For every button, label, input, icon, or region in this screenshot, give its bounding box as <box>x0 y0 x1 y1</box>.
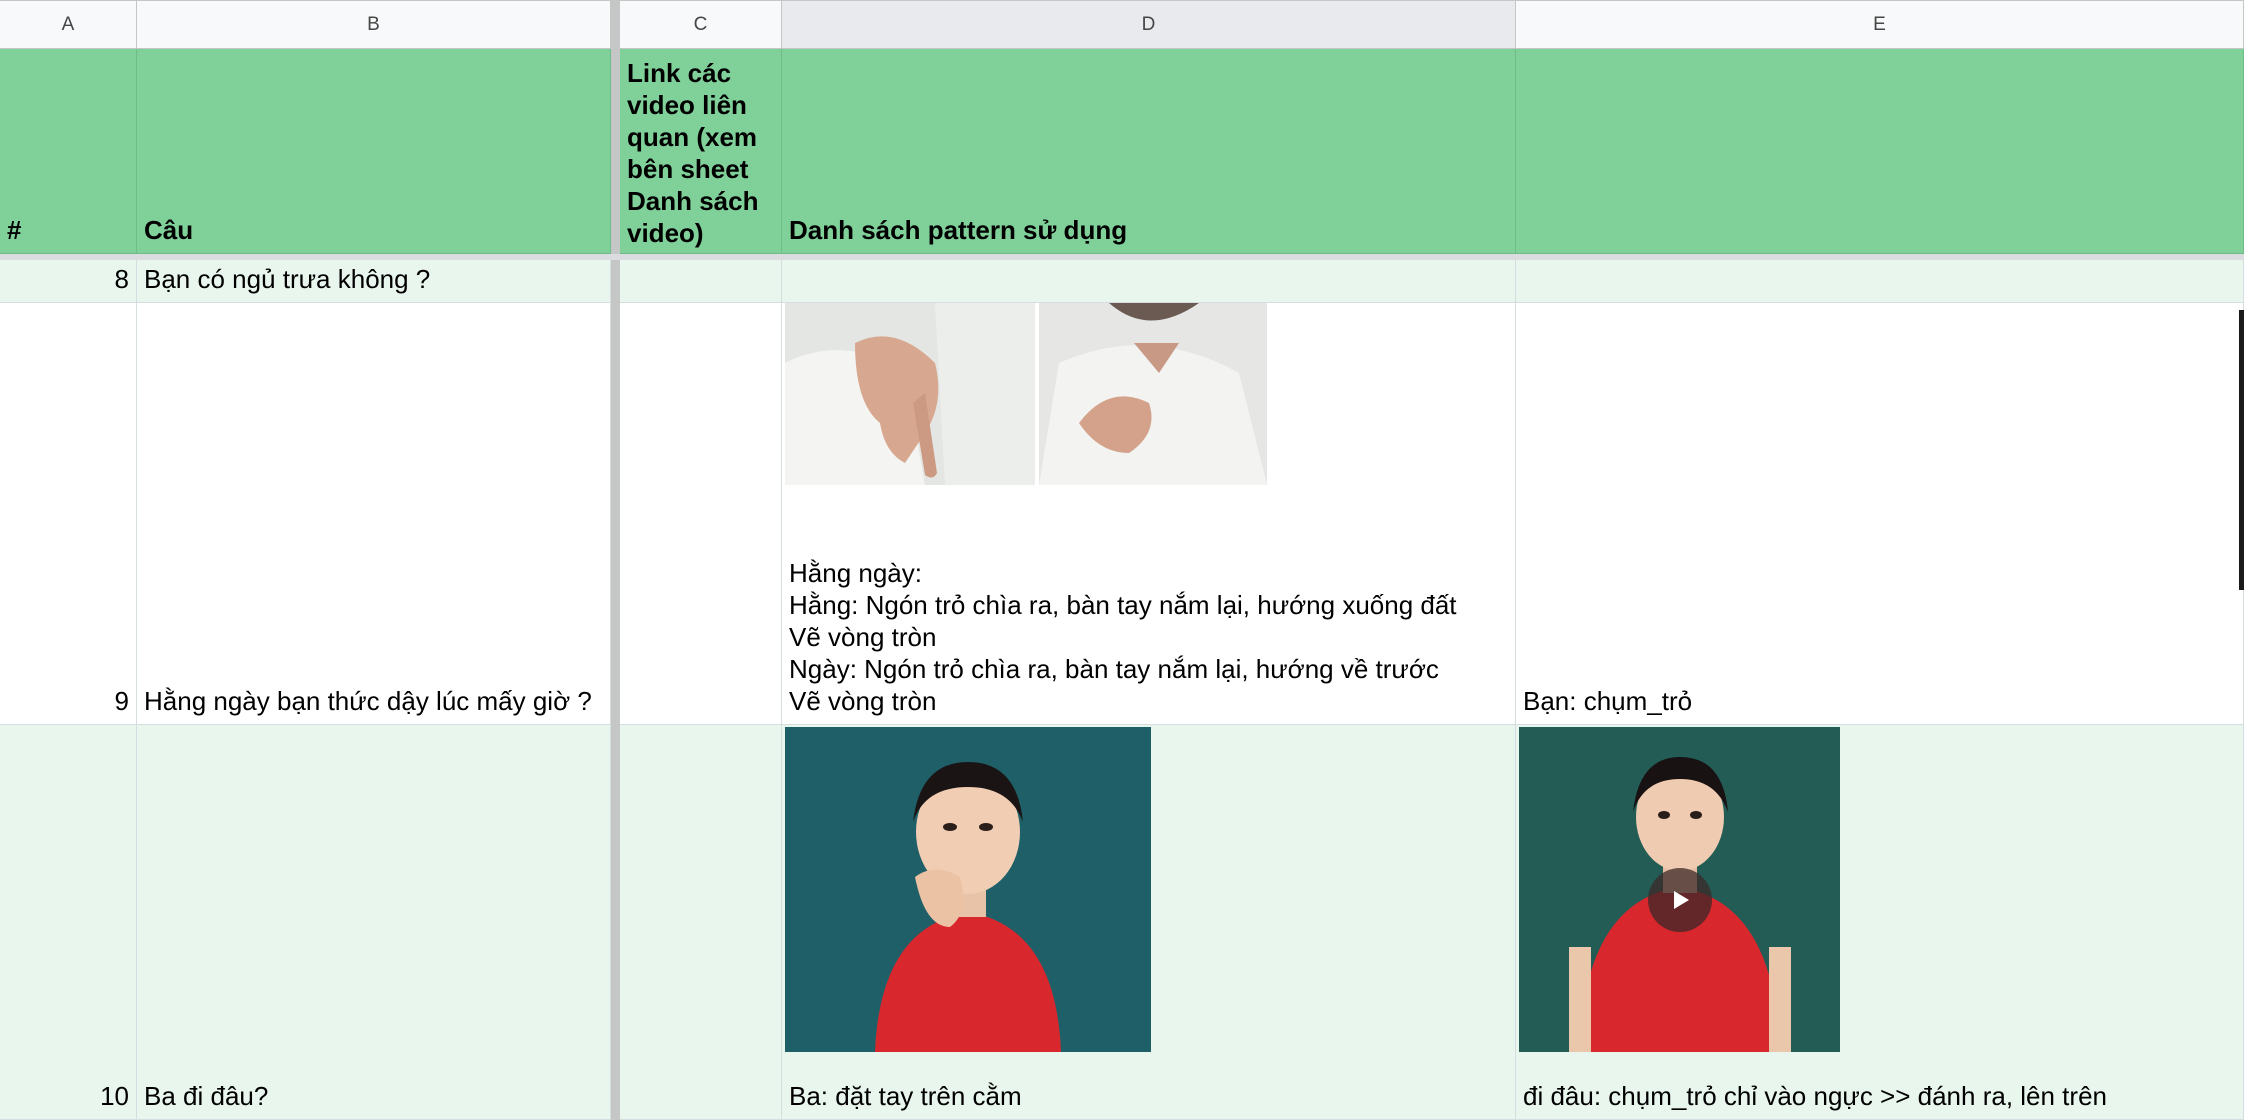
row-10-link[interactable] <box>620 725 782 1120</box>
row-9-extra[interactable]: Bạn: chụm_trỏ <box>1516 303 2244 725</box>
column-header-b[interactable]: B <box>137 0 611 49</box>
hand-pointing-forward-image <box>1039 303 1267 485</box>
row-8-pattern[interactable] <box>782 260 1516 303</box>
column-header-e[interactable]: E <box>1516 0 2244 49</box>
column-header-c[interactable]: C <box>620 0 782 49</box>
column-header-d[interactable]: D <box>782 0 1516 49</box>
play-triangle-icon <box>1674 891 1689 909</box>
row-8-question[interactable]: Bạn có ngủ trưa không ? <box>137 260 611 303</box>
row-9-question[interactable]: Hằng ngày bạn thức dậy lúc mấy giờ ? <box>137 303 611 725</box>
header-cell-number[interactable]: # <box>0 49 137 254</box>
row-10-question[interactable]: Ba đi đâu? <box>137 725 611 1120</box>
signer-touching-chin-image <box>785 727 1151 1052</box>
hand-pointing-down-image <box>785 303 1035 485</box>
row-8-link[interactable] <box>620 260 782 303</box>
sign-video-di-dau[interactable] <box>1519 727 1840 1052</box>
sign-image-hang <box>785 303 1035 485</box>
row-8-number[interactable]: 8 <box>0 260 137 303</box>
header-cell-patterns[interactable]: Danh sách pattern sử dụng <box>782 49 1516 254</box>
play-icon[interactable] <box>1648 868 1712 932</box>
sign-video-ba[interactable] <box>785 727 1151 1052</box>
column-header-a[interactable]: A <box>0 0 137 49</box>
header-cell-video-links[interactable]: Link các video liên quan (xem bên sheet … <box>620 49 782 254</box>
header-cell-question[interactable]: Câu <box>137 49 611 254</box>
row-8-extra[interactable] <box>1516 260 2244 303</box>
sign-image-ngay <box>1039 303 1267 485</box>
edge-image-fragment <box>2239 310 2244 590</box>
header-cell-e[interactable] <box>1516 49 2244 254</box>
row-9-number[interactable]: 9 <box>0 303 137 725</box>
row-9-link[interactable] <box>620 303 782 725</box>
row-10-number[interactable]: 10 <box>0 725 137 1120</box>
frozen-column-divider[interactable] <box>611 0 620 1120</box>
